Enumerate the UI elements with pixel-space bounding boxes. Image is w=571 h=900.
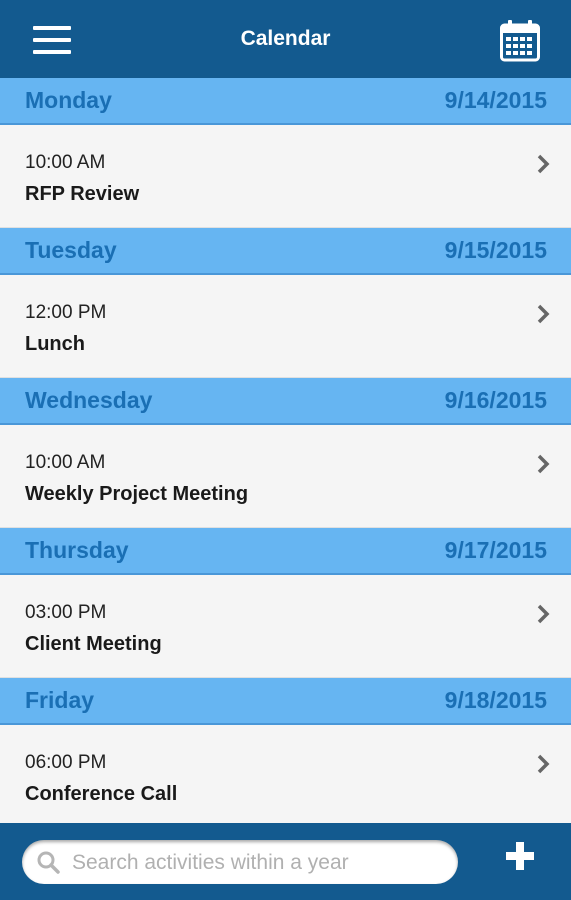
event-row[interactable]: 12:00 PM Lunch — [0, 275, 571, 378]
event-title: Lunch — [25, 333, 85, 355]
chevron-right-icon — [537, 754, 550, 774]
event-title: Weekly Project Meeting — [25, 483, 249, 505]
event-time: 10:00 AM — [25, 152, 106, 173]
chevron-right-icon — [537, 604, 550, 624]
day-header-wednesday: Wednesday 9/16/2015 — [0, 378, 571, 425]
event-row[interactable]: 10:00 AM Weekly Project Meeting — [0, 425, 571, 528]
day-date: 9/17/2015 — [444, 537, 547, 563]
day-header-friday: Friday 9/18/2015 — [0, 678, 571, 725]
chevron-right-icon — [537, 304, 550, 324]
search-box[interactable] — [22, 840, 458, 884]
day-name: Wednesday — [25, 387, 153, 413]
chevron-right-icon — [537, 454, 550, 474]
day-name: Tuesday — [25, 237, 117, 263]
event-row[interactable]: 03:00 PM Client Meeting — [0, 575, 571, 678]
search-input[interactable] — [70, 844, 449, 882]
chevron-right-icon — [537, 154, 550, 174]
day-name: Friday — [25, 687, 95, 713]
day-name: Thursday — [25, 537, 129, 563]
bottom-bar — [0, 823, 571, 900]
event-time: 03:00 PM — [25, 602, 107, 623]
day-date: 9/16/2015 — [444, 387, 547, 413]
day-date: 9/15/2015 — [444, 237, 547, 263]
event-time: 12:00 PM — [25, 302, 107, 323]
event-time: 10:00 AM — [25, 452, 106, 473]
day-date: 9/18/2015 — [444, 687, 547, 713]
day-header-monday: Monday 9/14/2015 — [0, 78, 571, 125]
event-time: 06:00 PM — [25, 752, 107, 773]
event-row[interactable]: 10:00 AM RFP Review — [0, 125, 571, 228]
day-name: Monday — [25, 87, 112, 113]
top-app-bar: Calendar — [0, 0, 571, 78]
day-date: 9/14/2015 — [444, 87, 547, 113]
event-title: Conference Call — [25, 783, 178, 805]
plus-icon[interactable] — [505, 841, 535, 871]
agenda-list: Monday 9/14/2015 10:00 AM RFP Review Tue… — [0, 78, 571, 828]
calendar-icon[interactable] — [500, 20, 540, 62]
event-title: Client Meeting — [25, 633, 162, 655]
event-title: RFP Review — [25, 183, 140, 205]
event-row[interactable]: 06:00 PM Conference Call — [0, 725, 571, 828]
page-title: Calendar — [240, 27, 331, 50]
day-header-thursday: Thursday 9/17/2015 — [0, 528, 571, 575]
day-header-tuesday: Tuesday 9/15/2015 — [0, 228, 571, 275]
search-icon — [37, 851, 60, 874]
